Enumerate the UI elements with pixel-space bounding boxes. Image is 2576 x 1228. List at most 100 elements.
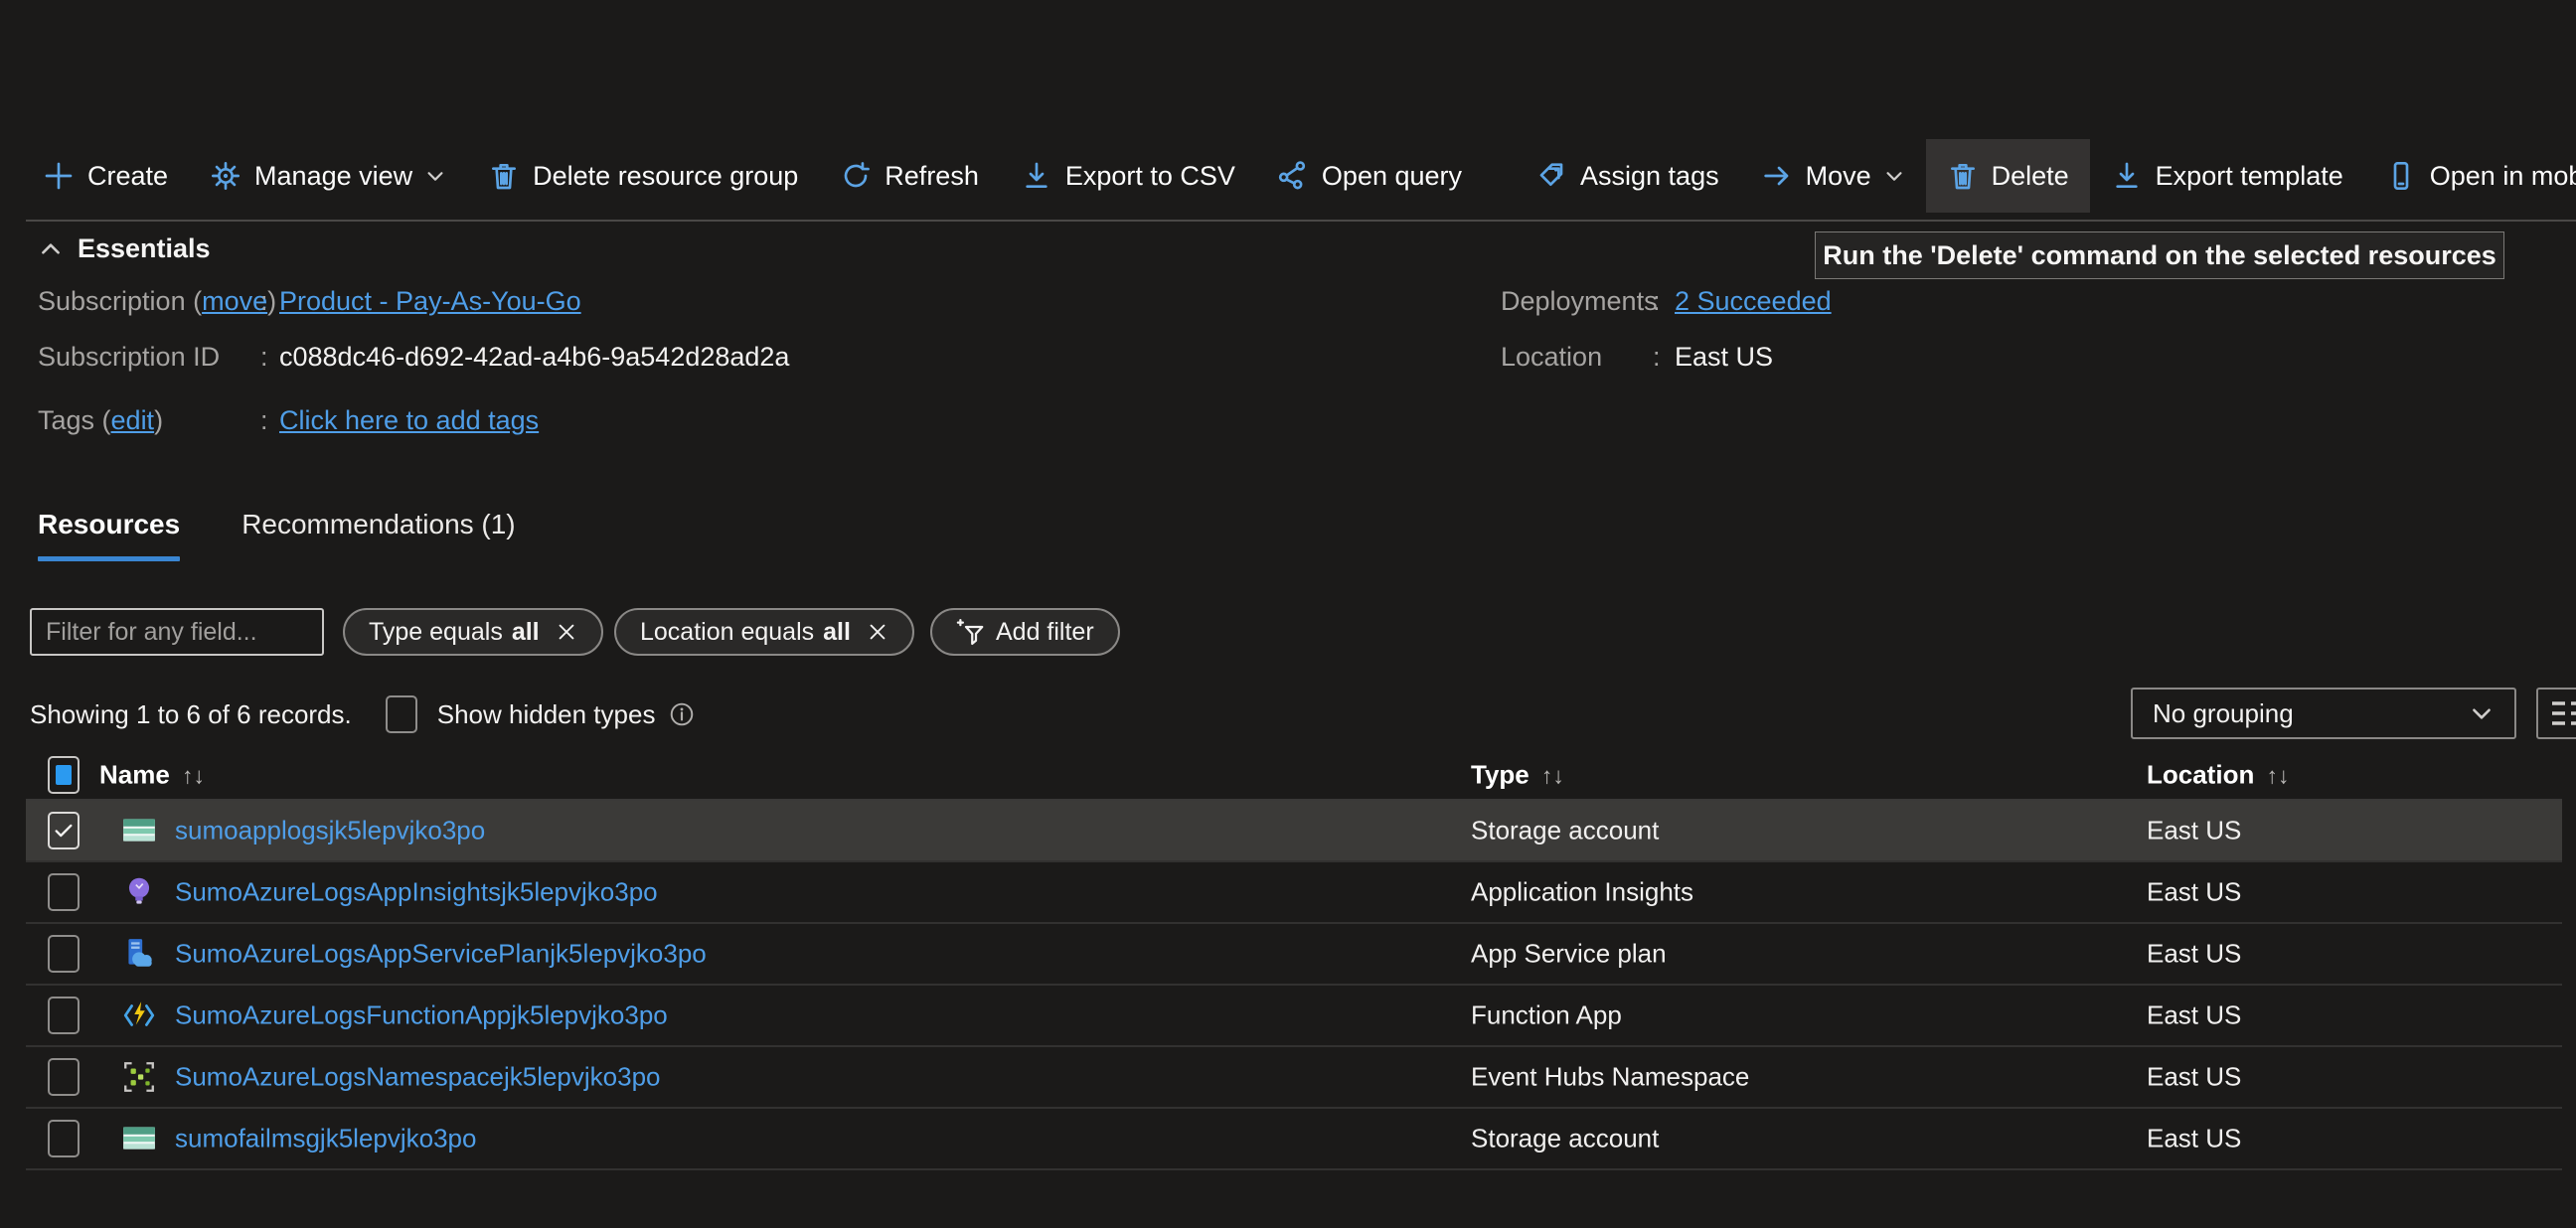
resource-location: East US bbox=[2147, 1061, 2242, 1092]
delete-label: Delete bbox=[1991, 160, 2069, 191]
resource-link[interactable]: sumoapplogsjk5lepvjko3po bbox=[175, 816, 485, 846]
row-checkbox[interactable] bbox=[48, 935, 80, 973]
essentials-header[interactable]: Essentials bbox=[38, 233, 211, 264]
add-filter-button[interactable]: Add filter bbox=[930, 608, 1120, 656]
sort-arrows-icon: ↑↓ bbox=[2266, 762, 2290, 789]
show-hidden-types-label: Show hidden types bbox=[436, 698, 656, 729]
refresh-button[interactable]: Refresh bbox=[819, 139, 1000, 213]
row-checkbox[interactable] bbox=[48, 1120, 80, 1157]
row-checkbox[interactable] bbox=[48, 873, 80, 911]
delete-button[interactable]: Delete bbox=[1925, 139, 2090, 213]
resource-link[interactable]: sumofailmsgjk5lepvjko3po bbox=[175, 1124, 476, 1154]
table-row[interactable]: SumoAzureLogsFunctionAppjk5lepvjko3po Fu… bbox=[26, 986, 2562, 1047]
assign-tags-button[interactable]: Assign tags bbox=[1515, 139, 1740, 213]
sort-arrows-icon: ↑↓ bbox=[181, 762, 205, 789]
table-row[interactable]: sumofailmsgjk5lepvjko3po Storage account… bbox=[26, 1109, 2562, 1170]
column-header-name[interactable]: Name ↑↓ bbox=[99, 760, 205, 791]
location-filter-value: all bbox=[823, 617, 851, 646]
refresh-icon bbox=[844, 162, 871, 188]
tags-label: Tags ( bbox=[38, 405, 111, 435]
tab-resources[interactable]: Resources bbox=[38, 509, 181, 561]
resource-location: East US bbox=[2147, 815, 2242, 845]
export-template-button[interactable]: Export template bbox=[2090, 139, 2364, 213]
delete-tooltip-text: Run the 'Delete' command on the selected… bbox=[1823, 239, 2496, 270]
subscription-label: Subscription ( bbox=[38, 286, 203, 316]
location-value: East US bbox=[1675, 342, 1774, 372]
resource-type: Storage account bbox=[1471, 1123, 1660, 1153]
delete-resource-group-button[interactable]: Delete resource group bbox=[467, 139, 819, 213]
records-bar: Showing 1 to 6 of 6 records. Show hidden… bbox=[30, 695, 695, 733]
colon: : bbox=[260, 405, 268, 435]
list-view-button[interactable] bbox=[2536, 688, 2576, 739]
row-checkbox[interactable] bbox=[48, 1058, 80, 1096]
column-header-location[interactable]: Location ↑↓ bbox=[2147, 760, 2289, 791]
export-to-csv-label: Export to CSV bbox=[1064, 160, 1235, 191]
subscription-move-link[interactable]: move bbox=[202, 286, 267, 316]
tags-label-close: ) bbox=[154, 405, 164, 435]
grouping-dropdown[interactable]: No grouping bbox=[2131, 688, 2516, 739]
essentials-title: Essentials bbox=[78, 233, 211, 263]
tab-recommendations[interactable]: Recommendations (1) bbox=[242, 509, 515, 561]
table-row[interactable]: SumoAzureLogsAppInsightsjk5lepvjko3po Ap… bbox=[26, 862, 2562, 924]
chevron-down-icon bbox=[1886, 172, 1902, 181]
select-all-checkbox[interactable] bbox=[48, 756, 80, 794]
deployments-value-link[interactable]: 2 Succeeded bbox=[1675, 286, 1832, 317]
resource-link[interactable]: SumoAzureLogsAppServicePlanjk5lepvjko3po bbox=[175, 939, 707, 970]
close-icon[interactable] bbox=[867, 621, 888, 643]
table-row[interactable]: SumoAzureLogsNamespacejk5lepvjko3po Even… bbox=[26, 1047, 2562, 1109]
add-tags-link[interactable]: Click here to add tags bbox=[279, 405, 539, 436]
table-row[interactable]: sumoapplogsjk5lepvjko3po Storage account… bbox=[26, 801, 2562, 862]
type-filter-pill[interactable]: Type equals all bbox=[343, 608, 603, 656]
grouping-value: No grouping bbox=[2153, 697, 2294, 728]
move-button[interactable]: Move bbox=[1740, 139, 1926, 213]
download-icon bbox=[2116, 162, 2138, 188]
event-hubs-namespace-icon bbox=[124, 1062, 154, 1092]
active-tab-underline bbox=[38, 556, 181, 561]
move-label: Move bbox=[1805, 160, 1871, 191]
table-header-row: Name ↑↓ Type ↑↓ Location ↑↓ bbox=[26, 751, 2562, 801]
open-query-label: Open query bbox=[1321, 160, 1463, 191]
mobile-phone-icon bbox=[2393, 162, 2409, 190]
colon: : bbox=[1653, 342, 1661, 372]
colon: : bbox=[260, 342, 268, 372]
trash-icon bbox=[1950, 164, 1975, 190]
subscription-value-link[interactable]: Product - Pay-As-You-Go bbox=[279, 286, 581, 317]
resource-link[interactable]: SumoAzureLogsFunctionAppjk5lepvjko3po bbox=[175, 1000, 668, 1031]
subscription-id-value: c088dc46-d692-42ad-a4b6-9a542d28ad2a bbox=[279, 342, 790, 372]
create-button[interactable]: Create bbox=[22, 139, 189, 213]
storage-account-icon bbox=[123, 1127, 155, 1150]
resource-link[interactable]: SumoAzureLogsNamespacejk5lepvjko3po bbox=[175, 1062, 661, 1093]
open-in-mobile-button[interactable]: Open in mobile bbox=[2364, 139, 2576, 213]
tags-edit-link[interactable]: edit bbox=[111, 405, 155, 435]
add-filter-icon bbox=[956, 619, 984, 645]
row-checkbox[interactable] bbox=[48, 997, 80, 1034]
tags-icon bbox=[1539, 163, 1563, 186]
row-checkbox-checked[interactable] bbox=[48, 812, 80, 849]
subscription-row: Subscription (move) : Product - Pay-As-Y… bbox=[38, 286, 1429, 320]
close-icon[interactable] bbox=[556, 621, 577, 643]
open-query-button[interactable]: Open query bbox=[1256, 139, 1483, 213]
resource-link[interactable]: SumoAzureLogsAppInsightsjk5lepvjko3po bbox=[175, 877, 658, 908]
subscription-id-label: Subscription ID bbox=[38, 342, 221, 372]
colon: : bbox=[260, 286, 268, 316]
table-row[interactable]: SumoAzureLogsAppServicePlanjk5lepvjko3po… bbox=[26, 924, 2562, 986]
resource-location: East US bbox=[2147, 1123, 2242, 1153]
show-hidden-types-checkbox[interactable] bbox=[385, 695, 417, 733]
filter-input[interactable] bbox=[30, 608, 324, 656]
info-icon[interactable] bbox=[669, 701, 695, 727]
azure-resource-group-page: Create Manage view Delete resource group… bbox=[0, 0, 2576, 1228]
storage-account-icon bbox=[123, 819, 155, 842]
column-header-type[interactable]: Type ↑↓ bbox=[1471, 760, 1564, 791]
export-to-csv-button[interactable]: Export to CSV bbox=[1000, 139, 1256, 213]
subscription-label-close: ) bbox=[267, 286, 277, 316]
chevron-down-icon bbox=[427, 172, 443, 181]
resources-table: Name ↑↓ Type ↑↓ Location ↑↓ sumoapplogsjk5l… bbox=[26, 751, 2562, 1170]
location-filter-pill[interactable]: Location equals all bbox=[614, 608, 914, 656]
chevron-down-icon bbox=[2473, 708, 2491, 719]
manage-view-button[interactable]: Manage view bbox=[189, 139, 467, 213]
chevron-up-icon bbox=[42, 242, 60, 254]
sort-arrows-icon: ↑↓ bbox=[1540, 762, 1564, 789]
manage-view-label: Manage view bbox=[254, 160, 413, 191]
delete-resource-group-label: Delete resource group bbox=[533, 160, 799, 191]
resource-location: East US bbox=[2147, 876, 2242, 907]
